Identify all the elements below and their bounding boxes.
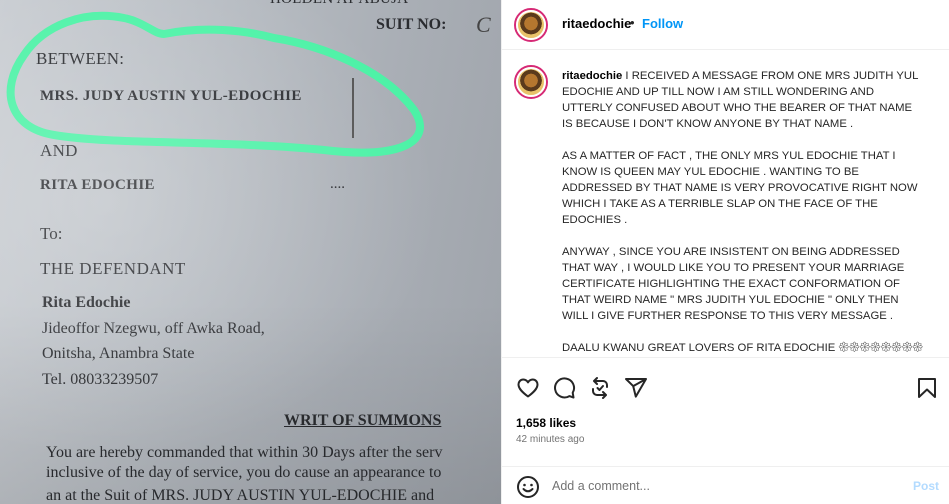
doc-dots: ....: [330, 176, 345, 192]
doc-body-line3: an at the Suit of MRS. JUDY AUSTIN YUL-E…: [46, 487, 435, 504]
doc-suit-value: C: [476, 12, 491, 37]
doc-body-line1: You are hereby commanded that within 30 …: [46, 444, 443, 461]
header-username[interactable]: ritaedochie: [562, 16, 631, 31]
doc-address-line2: Onitsha, Anambra State: [42, 345, 195, 362]
caption-text: ritaedochie I RECEIVED A MESSAGE FROM ON…: [562, 68, 924, 357]
caption-paragraph-2: AS A MATTER OF FACT , THE ONLY MRS YUL E…: [562, 150, 918, 226]
post-button[interactable]: Post: [913, 479, 939, 493]
comment-icon[interactable]: [552, 376, 576, 400]
doc-between: BETWEEN:: [36, 49, 125, 68]
doc-address-name: Rita Edochie: [42, 294, 131, 311]
post-panel: ritaedochie • Follow ritaedochie I RECEI…: [501, 0, 949, 504]
highlight-circle: [6, 11, 424, 157]
doc-bracket-line: [352, 78, 354, 138]
post-header: ritaedochie • Follow: [502, 0, 949, 50]
send-icon[interactable]: [624, 376, 648, 400]
repost-icon[interactable]: [588, 376, 612, 400]
likes-count[interactable]: 1,658 likes: [516, 416, 576, 430]
follow-button[interactable]: Follow: [642, 16, 683, 31]
doc-the-defendant: THE DEFENDANT: [40, 259, 186, 278]
caption-username[interactable]: ritaedochie: [562, 70, 622, 82]
doc-and: AND: [40, 141, 78, 160]
action-bar: 1,658 likes 42 minutes ago Post: [502, 357, 949, 504]
post-timestamp[interactable]: 42 minutes ago: [516, 434, 584, 445]
doc-to: To:: [40, 224, 63, 243]
comment-row: Post: [502, 466, 949, 504]
caption-paragraph: ritaedochie I RECEIVED A MESSAGE FROM ON…: [562, 68, 924, 132]
caption-paragraph-4: DAALU KWANU GREAT LOVERS OF RITA EDOCHIE…: [562, 342, 923, 354]
doc-suit-label: SUIT NO:: [376, 16, 447, 33]
caption-paragraph-3: ANYWAY , SINCE YOU ARE INSISTENT ON BEIN…: [562, 246, 905, 322]
doc-writ-title: WRIT OF SUMMONS: [284, 412, 442, 429]
caption-section: ritaedochie I RECEIVED A MESSAGE FROM ON…: [502, 51, 949, 357]
doc-plaintiff: MRS. JUDY AUSTIN YUL-EDOCHIE: [40, 88, 302, 104]
doc-header-text: HOLDEN AT ABUJA: [270, 0, 408, 8]
doc-defendant: RITA EDOCHIE: [40, 177, 155, 193]
header-separator: •: [630, 15, 635, 30]
doc-address-tel: Tel. 08033239507: [42, 371, 159, 388]
heart-icon[interactable]: [516, 376, 540, 400]
bookmark-icon[interactable]: [915, 376, 939, 400]
comment-input[interactable]: [552, 476, 872, 496]
doc-address-line1: Jideoffor Nzegwu, off Awka Road,: [42, 320, 265, 337]
avatar[interactable]: [514, 8, 548, 42]
post-photo[interactable]: HOLDEN AT ABUJA SUIT NO: C BETWEEN: MRS.…: [0, 0, 501, 504]
doc-body-line2: inclusive of the day of service, you do …: [46, 464, 442, 481]
caption-avatar[interactable]: [514, 65, 548, 99]
smile-icon[interactable]: [516, 475, 540, 499]
